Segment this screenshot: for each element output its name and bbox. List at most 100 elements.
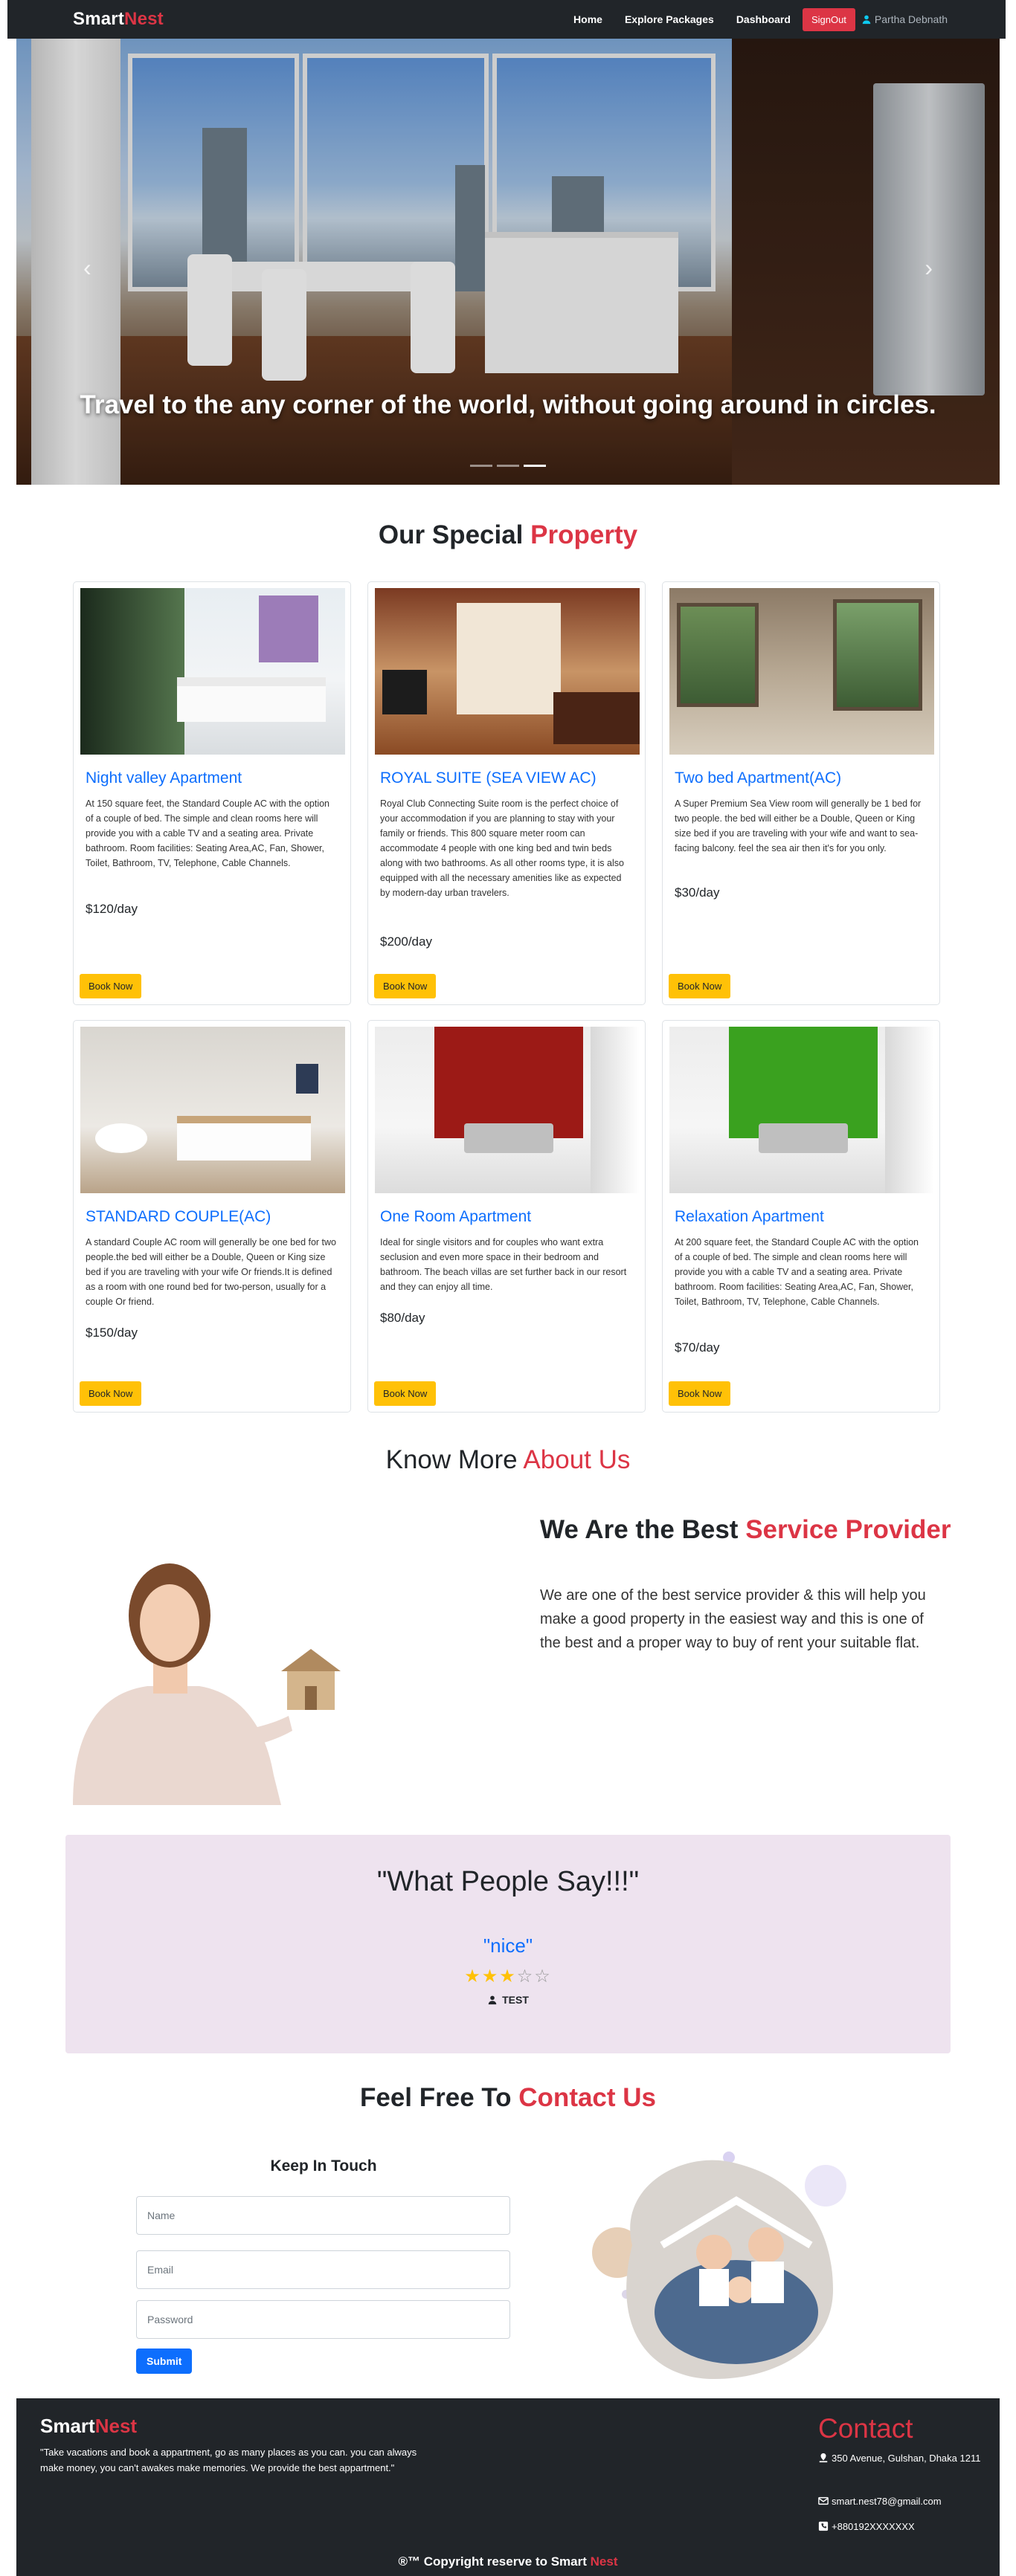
house-model-icon <box>281 1649 341 1710</box>
footer-phone[interactable]: +880192XXXXXXX <box>818 2519 982 2534</box>
properties-title-accent: Property <box>530 520 638 549</box>
signout-button[interactable]: SignOut <box>802 7 855 31</box>
email-input[interactable] <box>136 2250 510 2289</box>
properties-title-main: Our Special <box>378 520 524 549</box>
brand-accent: Nest <box>124 9 164 29</box>
submit-button[interactable]: Submit <box>136 2349 193 2374</box>
testimonial-user: TEST <box>65 1994 951 2006</box>
testimonial-section: "What People Say!!!" "nice" ★★★☆☆ TEST <box>65 1835 951 2053</box>
property-title[interactable]: Relaxation Apartment <box>675 1208 824 1226</box>
property-description: A standard Couple AC room will generally… <box>86 1237 336 1307</box>
user-icon <box>488 1995 497 2005</box>
about-text: We are one of the best service provider … <box>540 1587 926 1651</box>
book-now-button[interactable]: Book Now <box>669 1381 731 1406</box>
footer-text: "Take vacations and book a appartment, g… <box>40 2447 417 2473</box>
name-input[interactable] <box>136 2196 510 2235</box>
hero-carousel: ‹ › Travel to the any corner of the worl… <box>16 39 1000 485</box>
carousel-indicator-1[interactable] <box>470 465 492 467</box>
chevron-right-icon[interactable]: › <box>925 254 933 282</box>
user-profile[interactable]: Partha Debnath <box>861 13 948 25</box>
footer-address: 350 Avenue, Gulshan, Dhaka 1211 <box>818 2450 982 2466</box>
nav-home[interactable]: Home <box>573 13 602 25</box>
property-title[interactable]: STANDARD COUPLE(AC) <box>86 1208 271 1226</box>
contact-title-main: Feel Free To <box>359 2083 512 2112</box>
about-title-accent: About Us <box>523 1445 631 1474</box>
property-sofa-image <box>759 1123 848 1153</box>
property-wall-art-image <box>296 1064 318 1094</box>
property-tv-image <box>382 670 427 714</box>
property-card: Two bed Apartment(AC) A Super Premium Se… <box>662 581 940 1005</box>
property-window-image <box>591 1027 640 1193</box>
property-description: At 150 square feet, the Standard Couple … <box>86 798 329 868</box>
testimonial-user-name: TEST <box>502 1994 529 2006</box>
book-now-button[interactable]: Book Now <box>374 974 437 998</box>
footer: SmartNest "Take vacations and book a app… <box>16 2398 1000 2576</box>
about-heading-accent: Service Provider <box>745 1515 951 1544</box>
book-now-button[interactable]: Book Now <box>80 1381 142 1406</box>
property-card: Night valley Apartment At 150 square fee… <box>73 581 351 1005</box>
property-card: Relaxation Apartment At 200 square feet,… <box>662 1020 940 1413</box>
footer-email[interactable]: smart.nest78@gmail.com <box>818 2493 982 2509</box>
footer-phone-text: +880192XXXXXXX <box>832 2521 915 2532</box>
carousel-indicator-2[interactable] <box>497 465 519 467</box>
property-sofa-image <box>553 692 640 744</box>
property-window-image <box>833 599 922 711</box>
property-card: One Room Apartment Ideal for single visi… <box>367 1020 646 1413</box>
about-title-main: Know More <box>385 1445 518 1474</box>
hero-caption: Travel to the any corner of the world, w… <box>80 390 936 419</box>
footer-copyright-accent: Nest <box>590 2554 618 2569</box>
carousel-indicators <box>16 465 1000 467</box>
star-filled-icon: ★ <box>464 1966 482 1986</box>
property-price: $200/day <box>380 934 432 949</box>
property-title[interactable]: Night valley Apartment <box>86 769 242 787</box>
nav-dashboard[interactable]: Dashboard <box>736 13 791 25</box>
property-title[interactable]: Two bed Apartment(AC) <box>675 769 841 787</box>
property-sofa-image <box>464 1123 553 1153</box>
footer-email-text: smart.nest78@gmail.com <box>832 2496 942 2507</box>
property-card: ROYAL SUITE (SEA VIEW AC) Royal Club Con… <box>367 581 646 1005</box>
password-input[interactable] <box>136 2300 510 2339</box>
footer-brand-accent: Nest <box>94 2415 138 2437</box>
property-title[interactable]: One Room Apartment <box>380 1208 531 1226</box>
map-pin-icon <box>819 2453 828 2463</box>
contact-title: Feel Free To Contact Us <box>0 2083 1016 2113</box>
property-bed-image <box>177 1116 311 1161</box>
property-card: STANDARD COUPLE(AC) A standard Couple AC… <box>73 1020 351 1413</box>
properties-title: Our Special Property <box>0 520 1016 550</box>
footer-copyright: ®™ Copyright reserve to Smart Nest <box>16 2554 1000 2569</box>
property-description: At 200 square feet, the Standard Couple … <box>675 1237 919 1307</box>
book-now-button[interactable]: Book Now <box>669 974 731 998</box>
property-price: $150/day <box>86 1326 138 1340</box>
chevron-left-icon[interactable]: ‹ <box>83 254 91 282</box>
testimonial-quote: "nice" <box>483 1934 533 1957</box>
property-image <box>669 588 934 755</box>
about-title: Know More About Us <box>0 1445 1016 1475</box>
book-now-button[interactable]: Book Now <box>374 1381 437 1406</box>
property-title[interactable]: ROYAL SUITE (SEA VIEW AC) <box>380 769 597 787</box>
nav-links: Home Explore Packages Dashboard SignOut … <box>573 0 948 39</box>
property-window-image <box>677 603 759 707</box>
user-name: Partha Debnath <box>874 13 948 25</box>
property-price: $30/day <box>675 885 720 900</box>
book-now-button[interactable]: Book Now <box>80 974 142 998</box>
contact-image <box>588 2141 870 2386</box>
star-empty-icon: ☆ <box>516 1966 535 1986</box>
carousel-indicator-3[interactable] <box>524 465 546 467</box>
testimonial-heading: "What People Say!!!" <box>376 1866 640 1897</box>
about-heading: We Are the Best Service Provider <box>540 1514 956 1546</box>
property-description: Ideal for single visitors and for couple… <box>380 1237 627 1292</box>
footer-brand[interactable]: SmartNest <box>40 2415 137 2438</box>
property-description: Royal Club Connecting Suite room is the … <box>380 798 624 898</box>
nav-explore-packages[interactable]: Explore Packages <box>625 13 714 25</box>
star-empty-icon: ☆ <box>534 1966 552 1986</box>
footer-contact-title: Contact <box>818 2413 913 2444</box>
footer-address-text: 350 Avenue, Gulshan, Dhaka 1211 <box>832 2453 981 2464</box>
brand-main: Smart <box>73 9 125 29</box>
navbar: SmartNest Home Explore Packages Dashboar… <box>7 0 1006 39</box>
footer-brand-main: Smart <box>40 2415 95 2437</box>
property-price: $70/day <box>675 1340 720 1355</box>
brand-logo[interactable]: SmartNest <box>73 9 164 30</box>
footer-copyright-main: ®™ Copyright reserve to Smart <box>398 2554 587 2569</box>
property-price: $80/day <box>380 1311 425 1325</box>
phone-icon <box>818 2521 829 2531</box>
